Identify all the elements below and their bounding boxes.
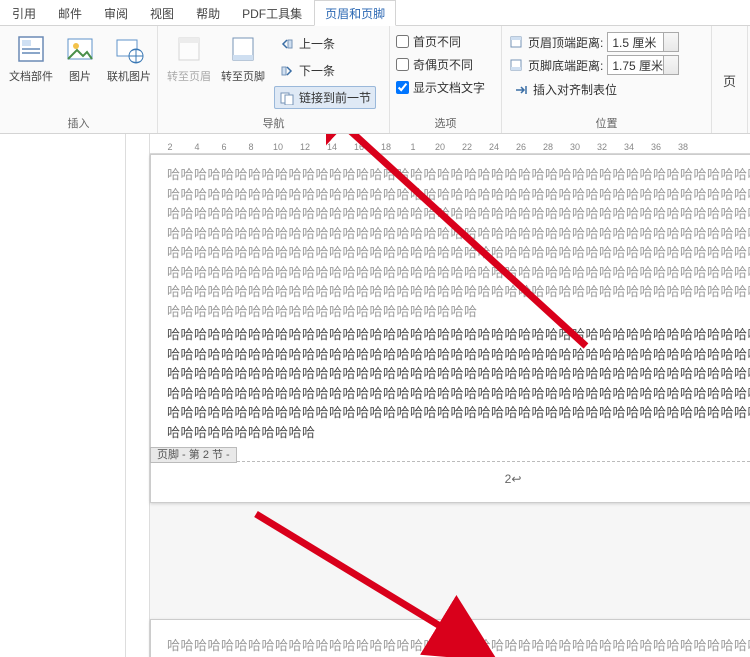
ruler-mark: 16 bbox=[354, 142, 364, 152]
ruler-mark: 4 bbox=[194, 142, 199, 152]
doc-parts-label: 文档部件 bbox=[9, 68, 53, 84]
page-2[interactable]: 哈哈哈哈哈哈哈哈哈哈哈哈哈哈哈哈哈哈哈哈哈哈哈哈哈哈哈哈哈哈哈哈哈哈哈哈哈哈哈哈… bbox=[150, 619, 750, 657]
prev-label: 上一条 bbox=[299, 35, 335, 52]
link-icon bbox=[279, 90, 295, 106]
goto-footer-label: 转至页脚 bbox=[221, 68, 265, 84]
ruler-mark: 12 bbox=[300, 142, 310, 152]
ruler-mark: 26 bbox=[516, 142, 526, 152]
tab-view[interactable]: 视图 bbox=[140, 1, 184, 25]
footer-section-label: 页脚 - 第 2 节 - bbox=[150, 446, 237, 462]
picture-label: 图片 bbox=[69, 68, 91, 84]
ruler-mark: 32 bbox=[597, 142, 607, 152]
next-icon bbox=[279, 63, 295, 79]
workspace: 24681012141618120222426283032343638 哈哈哈哈… bbox=[0, 134, 750, 657]
ribbon: 文档部件 图片 联机图片 插入 bbox=[0, 26, 750, 134]
align-tab-icon bbox=[513, 82, 529, 98]
picture-icon bbox=[63, 32, 97, 66]
document-body-text: 哈哈哈哈哈哈哈哈哈哈哈哈哈哈哈哈哈哈哈哈哈哈哈哈哈哈哈哈哈哈哈哈哈哈哈哈哈哈哈哈… bbox=[167, 636, 750, 657]
page-1[interactable]: 哈哈哈哈哈哈哈哈哈哈哈哈哈哈哈哈哈哈哈哈哈哈哈哈哈哈哈哈哈哈哈哈哈哈哈哈哈哈哈哈… bbox=[150, 154, 750, 503]
ruler-mark: 6 bbox=[221, 142, 226, 152]
tab-mail[interactable]: 邮件 bbox=[48, 1, 92, 25]
tab-pdf-tools[interactable]: PDF工具集 bbox=[232, 1, 312, 25]
ruler-mark: 20 bbox=[435, 142, 445, 152]
header-distance-input[interactable]: 1.5 厘米 bbox=[607, 32, 679, 52]
goto-footer-button[interactable]: 转至页脚 bbox=[218, 30, 268, 109]
header-distance-label: 页眉顶端距离: bbox=[528, 34, 603, 51]
footer-section-text: 页脚 - 第 2 节 - bbox=[150, 447, 237, 463]
first-diff-label: 首页不同 bbox=[413, 33, 461, 50]
ruler-mark: 1 bbox=[410, 142, 415, 152]
tab-references[interactable]: 引用 bbox=[2, 1, 46, 25]
ruler-vertical[interactable] bbox=[126, 134, 150, 657]
footer-distance-label: 页脚底端距离: bbox=[528, 57, 603, 74]
ruler-mark: 22 bbox=[462, 142, 472, 152]
tab-help[interactable]: 帮助 bbox=[186, 1, 230, 25]
group-insert-label: 插入 bbox=[6, 113, 151, 131]
ruler-mark: 14 bbox=[327, 142, 337, 152]
footer-distance-input[interactable]: 1.75 厘米 bbox=[607, 55, 679, 75]
first-page-diff-checkbox[interactable]: 首页不同 bbox=[396, 32, 461, 51]
group-position-label: 位置 bbox=[508, 113, 705, 131]
link-to-previous-button[interactable]: 链接到前一节 bbox=[274, 86, 376, 109]
page-number-value: 2 bbox=[505, 472, 512, 486]
header-distance-value: 1.5 厘米 bbox=[612, 34, 656, 51]
align-tab-label: 插入对齐制表位 bbox=[533, 81, 617, 98]
goto-header-icon bbox=[172, 32, 206, 66]
picture-button[interactable]: 图片 bbox=[60, 30, 100, 86]
header-distance-icon bbox=[508, 34, 524, 50]
footer-distance-value: 1.75 厘米 bbox=[612, 57, 663, 74]
footer-divider bbox=[167, 461, 750, 462]
show-doc-text-label: 显示文档文字 bbox=[413, 79, 485, 96]
oddeven-diff-label: 奇偶页不同 bbox=[413, 56, 473, 73]
next-label: 下一条 bbox=[299, 62, 335, 79]
online-picture-button[interactable]: 联机图片 bbox=[104, 30, 154, 86]
ruler-horizontal[interactable]: 24681012141618120222426283032343638 bbox=[150, 134, 750, 154]
ruler-mark: 8 bbox=[248, 142, 253, 152]
goto-header-button: 转至页眉 bbox=[164, 30, 214, 109]
tab-review[interactable]: 审阅 bbox=[94, 1, 138, 25]
close-group-label: 页 bbox=[723, 71, 736, 90]
prev-icon bbox=[279, 36, 295, 52]
insert-alignment-tab-button[interactable]: 插入对齐制表位 bbox=[508, 78, 622, 101]
odd-even-diff-checkbox[interactable]: 奇偶页不同 bbox=[396, 55, 473, 74]
ruler-mark: 34 bbox=[624, 142, 634, 152]
ruler-mark: 30 bbox=[570, 142, 580, 152]
doc-parts-icon bbox=[14, 32, 48, 66]
document-body-text: 哈哈哈哈哈哈哈哈哈哈哈哈哈哈哈哈哈哈哈哈哈哈哈哈哈哈哈哈哈哈哈哈哈哈哈哈哈哈哈哈… bbox=[167, 325, 750, 442]
doc-parts-button[interactable]: 文档部件 bbox=[6, 30, 56, 86]
document-body-text: 哈哈哈哈哈哈哈哈哈哈哈哈哈哈哈哈哈哈哈哈哈哈哈哈哈哈哈哈哈哈哈哈哈哈哈哈哈哈哈哈… bbox=[167, 165, 750, 321]
footer-distance-icon bbox=[508, 57, 524, 73]
prev-section-button[interactable]: 上一条 bbox=[274, 32, 340, 55]
ruler-mark: 28 bbox=[543, 142, 553, 152]
ribbon-tabbar: 引用 邮件 审阅 视图 帮助 PDF工具集 页眉和页脚 bbox=[0, 0, 750, 26]
ruler-mark: 38 bbox=[678, 142, 688, 152]
show-doc-text-checkbox[interactable]: 显示文档文字 bbox=[396, 78, 485, 97]
document-area[interactable]: 24681012141618120222426283032343638 哈哈哈哈… bbox=[126, 134, 750, 657]
ruler-mark: 24 bbox=[489, 142, 499, 152]
ruler-mark: 36 bbox=[651, 142, 661, 152]
online-picture-label: 联机图片 bbox=[107, 68, 151, 84]
ruler-mark: 18 bbox=[381, 142, 391, 152]
goto-header-label: 转至页眉 bbox=[167, 68, 211, 84]
online-picture-icon bbox=[112, 32, 146, 66]
navigation-pane[interactable] bbox=[0, 134, 126, 657]
goto-footer-icon bbox=[226, 32, 260, 66]
link-prev-label: 链接到前一节 bbox=[299, 89, 371, 106]
next-section-button[interactable]: 下一条 bbox=[274, 59, 340, 82]
ruler-mark: 2 bbox=[167, 142, 172, 152]
group-options-label: 选项 bbox=[396, 113, 495, 131]
tab-header-footer[interactable]: 页眉和页脚 bbox=[314, 0, 396, 26]
group-nav-label: 导航 bbox=[164, 113, 383, 131]
page-number[interactable]: 2↩ bbox=[505, 472, 522, 486]
ruler-mark: 10 bbox=[273, 142, 283, 152]
